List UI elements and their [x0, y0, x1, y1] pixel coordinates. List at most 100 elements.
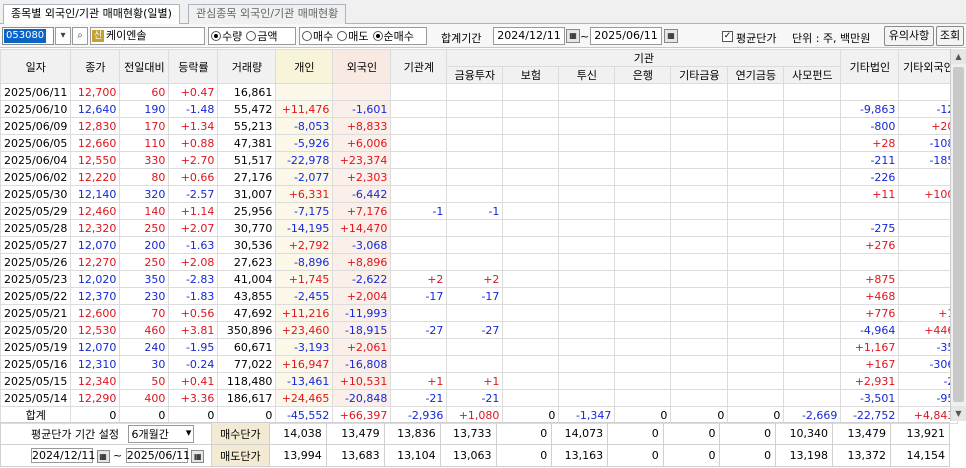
tab-stock-daily[interactable]: 종목별 외국인/기관 매매현황(일별)	[3, 4, 180, 25]
cell-bank	[614, 372, 672, 390]
buy-foreign: 13,479	[325, 422, 385, 445]
col-other-fin[interactable]: 기타금융	[670, 66, 729, 84]
table-row[interactable]: 2025/05/27 12,070 200 -1.63 30,536 +2,792 -3,0…	[0, 236, 959, 254]
col-close[interactable]: 종가	[70, 49, 121, 84]
notice-button[interactable]: 유의사항	[884, 26, 934, 46]
cell-volume: 118,480	[217, 372, 277, 390]
table-row[interactable]: 2025/05/22 12,370 230 -1.83 43,855 -2,455 +2,0…	[0, 287, 959, 305]
cell-trust	[558, 117, 616, 135]
cell-close: 12,370	[70, 287, 121, 305]
avg-price-checkbox[interactable]: ✓	[722, 31, 733, 42]
calendar-icon[interactable]: ▦	[96, 450, 110, 463]
period-end-date[interactable]: 2025/06/11	[590, 27, 662, 45]
buy-bank: 0	[607, 422, 664, 445]
table-row[interactable]: 2025/05/29 12,460 140 +1.14 25,956 -7,175 +7,1…	[0, 202, 959, 220]
cell-pension	[727, 253, 785, 271]
cell-bank	[614, 253, 672, 271]
table-row[interactable]: 2025/05/30 12,140 320 -2.57 31,007 +6,331 -6,4…	[0, 185, 959, 203]
cell-rate: -2.57	[168, 185, 219, 203]
table-row[interactable]: 2025/05/19 12,070 240 -1.95 60,671 -3,193 +2,0…	[0, 338, 959, 356]
table-row[interactable]: 2025/05/20 12,530 460 +3.81 350,896 +23,460 -1…	[0, 321, 959, 339]
cell-date: 2025/06/05	[0, 134, 72, 152]
cell-change: 400	[119, 389, 170, 407]
cell-other-corp: +1,167	[840, 338, 900, 356]
cell-bank	[614, 219, 672, 237]
table-row[interactable]: 2025/05/15 12,340 50 +0.41 118,480 -13,461 +10…	[0, 372, 959, 390]
vertical-scrollbar[interactable]: ▲ ▼	[950, 49, 966, 421]
table-row[interactable]: 2025/05/21 12,600 70 +0.56 47,692 +11,216 -11,…	[0, 304, 959, 322]
col-inst-total[interactable]: 기관계	[390, 49, 448, 84]
radio-option[interactable]: 금액	[246, 28, 278, 44]
col-bank[interactable]: 은행	[614, 66, 672, 84]
table-row[interactable]: 2025/06/10 12,640 190 -1.48 55,472 +11,476 -1,…	[0, 100, 959, 118]
col-volume[interactable]: 거래량	[217, 49, 277, 84]
cell-foreign: +2,061	[332, 338, 392, 356]
stock-code-input[interactable]: 053080	[2, 27, 54, 45]
cell-trust	[558, 338, 616, 356]
table-row[interactable]: 2025/06/11 12,700 60 +0.47 16,861	[0, 83, 959, 101]
cell-other-corp: -9,863	[840, 100, 900, 118]
radio-option[interactable]: 순매수	[372, 28, 414, 44]
chevron-down-icon[interactable]: ▾	[55, 27, 71, 45]
cell-other-fin	[670, 270, 729, 288]
table-row[interactable]: 2025/05/23 12,020 350 -2.83 41,004 +1,745 -2,6…	[0, 270, 959, 288]
calendar-icon[interactable]: ▦	[566, 29, 580, 43]
query-button[interactable]: 조회	[936, 26, 964, 46]
avg-end-date[interactable]: 2025/06/11	[125, 448, 190, 463]
period-start-date[interactable]: 2024/12/11	[493, 27, 565, 45]
chevron-down-icon: ▾	[185, 425, 192, 439]
cell-private-fund	[783, 389, 842, 407]
unit-label: 단위 : 주, 백만원	[792, 32, 871, 45]
cell-bank	[614, 236, 672, 254]
table-row[interactable]: 2025/06/02 12,220 80 +0.66 27,176 -2,077 +2,30…	[0, 168, 959, 186]
radio-option[interactable]: 수량	[211, 28, 242, 44]
col-trust[interactable]: 투신	[558, 66, 616, 84]
col-pension[interactable]: 연기금등	[727, 66, 785, 84]
col-insurance[interactable]: 보험	[502, 66, 560, 84]
col-rate[interactable]: 등락률	[168, 49, 219, 84]
radio-option[interactable]: 매도	[337, 28, 369, 44]
cell-foreign: +14,470	[332, 219, 392, 237]
col-individual[interactable]: 개인	[275, 49, 334, 84]
calendar-icon[interactable]: ▦	[191, 450, 205, 463]
cell-inst-total	[390, 185, 448, 203]
scroll-thumb[interactable]	[953, 67, 964, 402]
cell-bank	[614, 389, 672, 407]
table-row[interactable]: 2025/05/28 12,320 250 +2.07 30,770 -14,195 +14…	[0, 219, 959, 237]
total-foreign: +66,397	[332, 406, 392, 424]
cell-rate: +0.41	[168, 372, 219, 390]
cell-trust	[558, 372, 616, 390]
table-row[interactable]: 2025/06/05 12,660 110 +0.88 47,381 -5,926 +6,0…	[0, 134, 959, 152]
cell-fin-invest: -1	[446, 202, 504, 220]
table-row[interactable]: 2025/06/04 12,550 330 +2.70 51,517 -22,978 +23…	[0, 151, 959, 169]
cell-other-fin	[670, 389, 729, 407]
col-date[interactable]: 일자	[0, 49, 72, 84]
cell-bank	[614, 287, 672, 305]
avg-start-date[interactable]: 2024/12/11	[31, 448, 95, 463]
scroll-up-icon[interactable]: ▲	[951, 49, 966, 64]
cell-date: 2025/06/10	[0, 100, 72, 118]
cell-date: 2025/05/26	[0, 253, 72, 271]
scroll-down-icon[interactable]: ▼	[951, 406, 966, 421]
table-row[interactable]: 2025/05/14 12,290 400 +3.36 186,617 +24,465 -2…	[0, 389, 959, 407]
cell-insurance	[502, 185, 560, 203]
table-row[interactable]: 2025/05/26 12,270 250 +2.08 27,623 -8,896 +8,8…	[0, 253, 959, 271]
col-foreign[interactable]: 외국인	[332, 49, 392, 84]
col-private-fund[interactable]: 사모펀드	[783, 66, 842, 84]
cell-inst-total	[390, 100, 448, 118]
tab-watchlist[interactable]: 관심종목 외국인/기관 매매현황	[188, 4, 347, 24]
cell-other-fin	[670, 355, 729, 373]
radio-label: 순매수	[383, 30, 414, 43]
cell-private-fund	[783, 355, 842, 373]
calendar-icon[interactable]: ▦	[664, 29, 678, 43]
cell-individual: -8,896	[275, 253, 334, 271]
table-row[interactable]: 2025/06/09 12,830 170 +1.34 55,213 -8,053 +8,8…	[0, 117, 959, 135]
cell-trust	[558, 219, 616, 237]
table-row[interactable]: 2025/05/16 12,310 30 -0.24 77,022 +16,947 -16,…	[0, 355, 959, 373]
search-icon[interactable]: ⌕	[72, 27, 88, 45]
col-other-corp[interactable]: 기타법인	[840, 49, 900, 84]
radio-option[interactable]: 매수	[302, 28, 333, 44]
col-change[interactable]: 전일대비	[119, 49, 170, 84]
avg-period-select[interactable]: 6개월간 ▾	[128, 424, 195, 443]
col-fin-invest[interactable]: 금융투자	[446, 66, 504, 84]
